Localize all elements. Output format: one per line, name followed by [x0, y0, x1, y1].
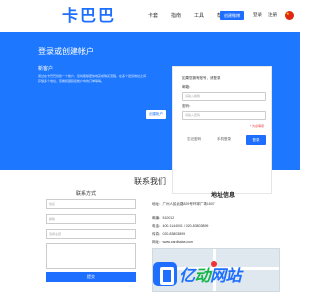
email-input[interactable]: 邮箱: [46, 214, 136, 224]
nav-item-cards[interactable]: 卡套: [148, 12, 158, 19]
address-title: 地址信息: [211, 193, 236, 199]
cta-button[interactable]: 创建微博: [220, 11, 244, 20]
login-button[interactable]: 登录: [246, 135, 266, 145]
topic-select[interactable]: 选择主题: [46, 229, 136, 239]
main-nav: 卡套 指南 工具 帮包: [148, 12, 227, 19]
email-label: 邮箱：: [182, 85, 193, 89]
name-input[interactable]: 姓名: [46, 199, 136, 209]
watermark-logo: 亿动网站: [153, 262, 242, 286]
watermark-char: 网: [210, 266, 226, 285]
language-flag-icon[interactable]: [285, 11, 294, 20]
hero-description: 通过在卡巴巴创建一个帐户，您将能够更快地完成购买流程，在多个送货地址之间存储多个…: [38, 74, 147, 83]
logo-char: 巴: [98, 6, 115, 25]
address-phone: 电话：400-1144001 / 020-83803899: [152, 224, 209, 228]
watermark-icon: [153, 262, 177, 286]
address-location: 地址：广州人民北路829号环球广场1507: [152, 202, 215, 206]
required-note: * 为必填项: [249, 124, 264, 128]
register-link[interactable]: 注册: [268, 12, 277, 18]
hero-title: 登录或创建帐户: [38, 47, 94, 56]
phone-login-link[interactable]: 手机登录: [217, 137, 231, 142]
watermark-text: 亿动网站: [179, 262, 242, 286]
login-link[interactable]: 登录: [253, 12, 262, 18]
password-field[interactable]: 请输入密码: [182, 111, 266, 120]
address-web[interactable]: 网址：www.cardbaba.com: [152, 240, 193, 245]
message-textarea[interactable]: [46, 243, 136, 269]
login-hint: 如果您拥有账号，请登录: [182, 76, 221, 80]
nav-item-tools[interactable]: 工具: [194, 12, 204, 19]
login-card: 如果您拥有账号，请登录 邮箱： 请输入邮箱 密码： 请输入密码 * 为必填项 忘…: [172, 66, 272, 194]
logo-char: 卡: [62, 6, 79, 25]
site-header: 卡 巴 巴 卡套 指南 工具 帮包 创建微博 登录 注册: [0, 0, 300, 32]
address-fax: 传真：020-83803899: [152, 232, 186, 236]
watermark-char: 站: [225, 266, 242, 285]
submit-button[interactable]: 提交: [46, 272, 136, 282]
hero-subtitle: 新客户: [38, 66, 54, 72]
contact-form-title: 联系方式: [76, 191, 97, 197]
email-field[interactable]: 请输入邮箱: [182, 92, 266, 101]
watermark-char: 动: [194, 266, 211, 285]
watermark-char: 亿: [179, 266, 195, 285]
site-logo[interactable]: 卡 巴 巴: [62, 6, 114, 25]
address-postcode: 邮编：510012: [152, 216, 175, 220]
create-account-button[interactable]: 创建帐户: [146, 110, 166, 119]
contact-section-title: 联系我们: [134, 177, 166, 186]
forgot-password-link[interactable]: 忘记密码: [187, 137, 201, 142]
nav-item-guide[interactable]: 指南: [171, 12, 181, 19]
logo-char: 巴: [80, 6, 97, 25]
password-label: 密码：: [182, 104, 193, 108]
